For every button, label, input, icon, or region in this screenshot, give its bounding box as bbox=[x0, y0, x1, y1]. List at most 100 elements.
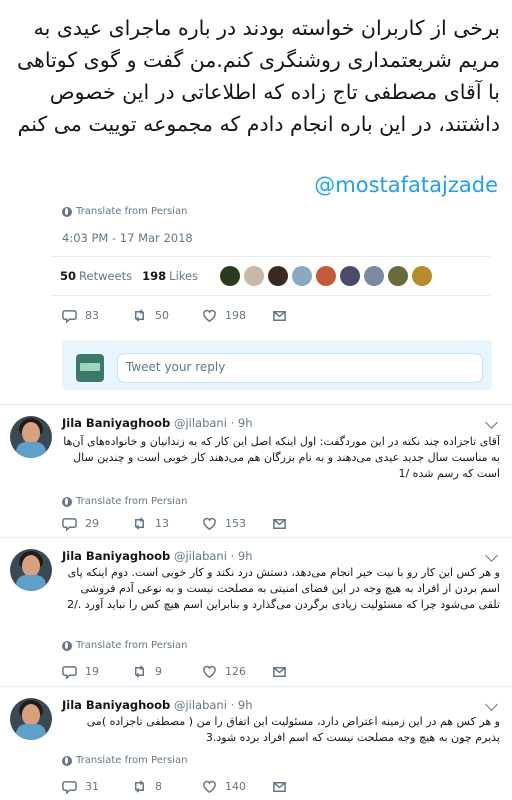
liker-avatar[interactable] bbox=[244, 266, 265, 286]
retweet-action[interactable]: 50 bbox=[132, 308, 202, 323]
like-action[interactable]: 140 bbox=[202, 779, 272, 794]
retweets-count: 50 bbox=[60, 269, 77, 283]
like-count: 126 bbox=[225, 665, 246, 678]
author-name[interactable]: Jila Baniyaghoob bbox=[62, 416, 170, 430]
heart-icon bbox=[203, 309, 216, 322]
envelope-icon bbox=[273, 519, 286, 529]
message-action[interactable] bbox=[272, 308, 342, 323]
avatar bbox=[76, 354, 104, 382]
author-handle[interactable]: @jilabani · 9h bbox=[174, 416, 253, 430]
liker-avatar[interactable] bbox=[388, 266, 409, 286]
main-actions: 83 50 198 bbox=[62, 308, 342, 323]
reply-actions: 31 8 140 bbox=[62, 779, 342, 794]
translate-link[interactable]: Translate from Persian bbox=[62, 640, 187, 651]
likers-avatars bbox=[220, 266, 433, 286]
globe-icon bbox=[62, 496, 72, 507]
reply-text: و هر کس هم در این زمینه اعتراض دارد، مسئ… bbox=[86, 715, 500, 744]
like-count: 140 bbox=[225, 780, 246, 793]
like-count: 198 bbox=[225, 309, 246, 322]
likes-count: 198 bbox=[142, 269, 167, 283]
retweet-count: 13 bbox=[155, 517, 169, 530]
author-handle[interactable]: @jilabani · 9h bbox=[174, 549, 253, 563]
author-name[interactable]: Jila Baniyaghoob bbox=[62, 698, 170, 712]
retweets-stat[interactable]: 50 Retweets bbox=[60, 269, 132, 283]
main-tweet: برخی از کاربران خواسته بودند در باره ماج… bbox=[0, 0, 512, 405]
liker-avatar[interactable] bbox=[220, 266, 241, 286]
chevron-down-icon[interactable] bbox=[485, 698, 498, 711]
likes-stat[interactable]: 198 Likes bbox=[142, 269, 198, 283]
liker-avatar[interactable] bbox=[340, 266, 361, 286]
liker-avatar[interactable] bbox=[364, 266, 385, 286]
tweet-thread: برخی از کاربران خواسته بودند در باره ماج… bbox=[0, 0, 512, 800]
liker-avatar[interactable] bbox=[268, 266, 289, 286]
reply-count: 29 bbox=[85, 517, 99, 530]
envelope-icon bbox=[273, 782, 286, 792]
message-action[interactable] bbox=[272, 664, 342, 679]
reply-action[interactable]: 83 bbox=[62, 308, 132, 323]
reply-icon bbox=[62, 781, 77, 794]
reply-tweet: Jila Baniyaghoob @jilabani · 9h آقای تاج… bbox=[0, 406, 512, 538]
author-name[interactable]: Jila Baniyaghoob bbox=[62, 549, 170, 563]
translate-label: Translate from Persian bbox=[76, 640, 188, 651]
envelope-icon bbox=[273, 311, 286, 321]
reply-count: 31 bbox=[85, 780, 99, 793]
reply-actions: 19 9 126 bbox=[62, 664, 342, 679]
like-action[interactable]: 198 bbox=[202, 308, 272, 323]
reply-header: Jila Baniyaghoob @jilabani · 9h bbox=[62, 416, 253, 430]
reply-text: آقای تاجزاده چند نکته در این موردگفت: او… bbox=[63, 435, 500, 480]
avatar[interactable] bbox=[10, 416, 52, 458]
reply-composer: Tweet your reply bbox=[62, 340, 492, 390]
translate-link[interactable]: Translate from Persian bbox=[62, 755, 187, 766]
like-action[interactable]: 153 bbox=[202, 516, 272, 531]
retweet-action[interactable]: 8 bbox=[132, 779, 202, 794]
translate-label: Translate from Persian bbox=[76, 496, 188, 507]
like-action[interactable]: 126 bbox=[202, 664, 272, 679]
reply-action[interactable]: 19 bbox=[62, 664, 132, 679]
retweet-count: 8 bbox=[155, 780, 162, 793]
tweet-stats: 50 Retweets 198 Likes bbox=[50, 256, 490, 296]
reply-count: 19 bbox=[85, 665, 99, 678]
reply-tweet: Jila Baniyaghoob @jilabani · 9h و هر کس … bbox=[0, 539, 512, 687]
reply-input[interactable]: Tweet your reply bbox=[117, 353, 483, 383]
reply-text: و هر کس این کار رو با نیت خیر انجام می‌د… bbox=[67, 566, 500, 611]
avatar[interactable] bbox=[10, 549, 52, 591]
message-action[interactable] bbox=[272, 516, 342, 531]
heart-icon bbox=[203, 665, 216, 678]
retweet-count: 9 bbox=[155, 665, 162, 678]
heart-icon bbox=[203, 517, 216, 530]
reply-count: 83 bbox=[85, 309, 99, 322]
envelope-icon bbox=[273, 667, 286, 677]
message-action[interactable] bbox=[272, 779, 342, 794]
translate-link[interactable]: Translate from Persian bbox=[62, 206, 187, 217]
reply-actions: 29 13 153 bbox=[62, 516, 342, 531]
liker-avatar[interactable] bbox=[292, 266, 313, 286]
retweet-action[interactable]: 13 bbox=[132, 516, 202, 531]
reply-icon bbox=[62, 666, 77, 679]
translate-link[interactable]: Translate from Persian bbox=[62, 496, 187, 507]
retweet-count: 50 bbox=[155, 309, 169, 322]
globe-icon bbox=[62, 206, 72, 217]
retweets-label: Retweets bbox=[79, 269, 133, 283]
like-count: 153 bbox=[225, 517, 246, 530]
chevron-down-icon[interactable] bbox=[485, 416, 498, 429]
tweet-text: برخی از کاربران خواسته بودند در باره ماج… bbox=[16, 16, 500, 136]
reply-tweet: Jila Baniyaghoob @jilabani · 9h و هر کس … bbox=[0, 688, 512, 800]
likes-label: Likes bbox=[169, 269, 199, 283]
retweet-action[interactable]: 9 bbox=[132, 664, 202, 679]
retweet-icon bbox=[135, 309, 144, 322]
avatar[interactable] bbox=[10, 698, 52, 740]
liker-avatar[interactable] bbox=[316, 266, 337, 286]
translate-label: Translate from Persian bbox=[76, 755, 188, 766]
author-handle[interactable]: @jilabani · 9h bbox=[174, 698, 253, 712]
liker-avatar[interactable] bbox=[412, 266, 433, 286]
reply-icon bbox=[62, 518, 77, 531]
mention-link[interactable]: @mostafatajzade bbox=[314, 173, 498, 197]
retweet-icon bbox=[135, 780, 144, 793]
reply-header: Jila Baniyaghoob @jilabani · 9h bbox=[62, 698, 253, 712]
retweet-icon bbox=[135, 665, 144, 678]
globe-icon bbox=[62, 755, 72, 766]
chevron-down-icon[interactable] bbox=[485, 549, 498, 562]
tweet-timestamp[interactable]: 4:03 PM - 17 Mar 2018 bbox=[62, 231, 193, 245]
reply-action[interactable]: 31 bbox=[62, 779, 132, 794]
reply-action[interactable]: 29 bbox=[62, 516, 132, 531]
